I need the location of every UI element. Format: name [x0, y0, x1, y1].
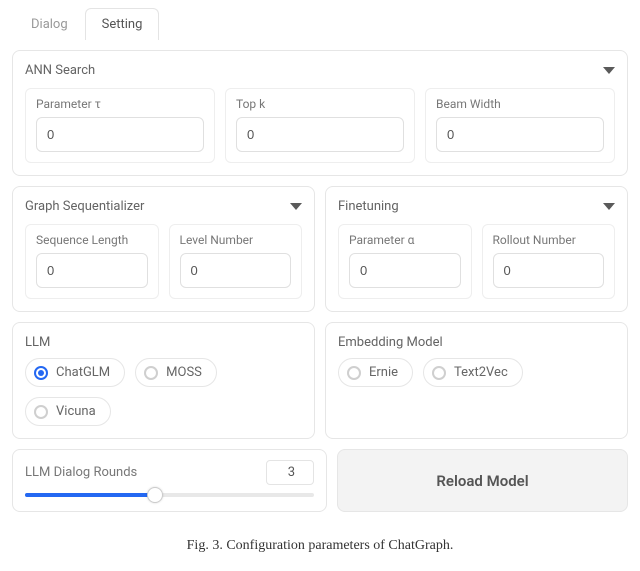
llm-option-chatglm[interactable]: ChatGLM [25, 358, 125, 387]
embedding-radio-group: Ernie Text2Vec [338, 358, 615, 387]
radio-label: ChatGLM [56, 365, 110, 380]
radio-label: Vicuna [56, 404, 96, 419]
embedding-title: Embedding Model [338, 335, 443, 350]
graph-seq-card: Graph Sequentializer Sequence Length Lev… [12, 186, 315, 312]
radio-label: MOSS [166, 365, 202, 380]
topk-label: Top k [236, 97, 404, 111]
slider-thumb[interactable] [147, 487, 163, 503]
finetuning-header[interactable]: Finetuning [338, 199, 615, 214]
embedding-option-text2vec[interactable]: Text2Vec [423, 358, 523, 387]
tab-dialog[interactable]: Dialog [14, 8, 85, 40]
ann-search-card: ANN Search Parameter τ Top k Beam Width [12, 50, 628, 176]
beam-width-input[interactable] [436, 117, 604, 152]
dialog-rounds-slider[interactable] [25, 493, 314, 497]
ann-search-header[interactable]: ANN Search [25, 63, 615, 78]
rollout-input[interactable] [493, 253, 605, 288]
beam-width-label: Beam Width [436, 97, 604, 111]
seqlen-field: Sequence Length [25, 224, 159, 299]
llm-card: LLM ChatGLM MOSS Vicuna [12, 322, 315, 439]
embedding-card: Embedding Model Ernie Text2Vec [325, 322, 628, 439]
llm-radio-group: ChatGLM MOSS Vicuna [25, 358, 302, 426]
radio-label: Text2Vec [454, 365, 508, 380]
dialog-rounds-value[interactable]: 3 [266, 460, 314, 485]
rollout-field: Rollout Number [482, 224, 616, 299]
figure-caption: Fig. 3. Configuration parameters of Chat… [0, 538, 640, 554]
dialog-rounds-label: LLM Dialog Rounds [25, 465, 137, 480]
param-alpha-field: Parameter α [338, 224, 472, 299]
topk-field: Top k [225, 88, 415, 163]
reload-model-button[interactable]: Reload Model [337, 449, 628, 512]
level-input[interactable] [180, 253, 292, 288]
radio-icon [34, 405, 48, 419]
seqlen-input[interactable] [36, 253, 148, 288]
chevron-down-icon [603, 67, 615, 74]
tab-setting[interactable]: Setting [85, 8, 160, 40]
llm-title: LLM [25, 335, 50, 350]
graph-seq-title: Graph Sequentializer [25, 199, 144, 214]
param-alpha-input[interactable] [349, 253, 461, 288]
level-field: Level Number [169, 224, 303, 299]
graph-seq-header[interactable]: Graph Sequentializer [25, 199, 302, 214]
param-tau-input[interactable] [36, 117, 204, 152]
dialog-rounds-card: LLM Dialog Rounds 3 [12, 449, 327, 512]
tab-bar: Dialog Setting [0, 0, 640, 40]
topk-input[interactable] [236, 117, 404, 152]
finetuning-title: Finetuning [338, 199, 399, 214]
chevron-down-icon [603, 203, 615, 210]
rollout-label: Rollout Number [493, 233, 605, 247]
ann-search-title: ANN Search [25, 63, 95, 78]
embedding-option-ernie[interactable]: Ernie [338, 358, 413, 387]
radio-icon [347, 366, 361, 380]
chevron-down-icon [290, 203, 302, 210]
finetuning-card: Finetuning Parameter α Rollout Number [325, 186, 628, 312]
settings-panel: ANN Search Parameter τ Top k Beam Width … [0, 40, 640, 522]
param-tau-field: Parameter τ [25, 88, 215, 163]
llm-option-vicuna[interactable]: Vicuna [25, 397, 111, 426]
param-tau-label: Parameter τ [36, 97, 204, 111]
radio-icon [34, 366, 48, 380]
radio-label: Ernie [369, 365, 398, 380]
llm-option-moss[interactable]: MOSS [135, 358, 217, 387]
beam-width-field: Beam Width [425, 88, 615, 163]
seqlen-label: Sequence Length [36, 233, 148, 247]
radio-icon [432, 366, 446, 380]
level-label: Level Number [180, 233, 292, 247]
radio-icon [144, 366, 158, 380]
param-alpha-label: Parameter α [349, 233, 461, 247]
